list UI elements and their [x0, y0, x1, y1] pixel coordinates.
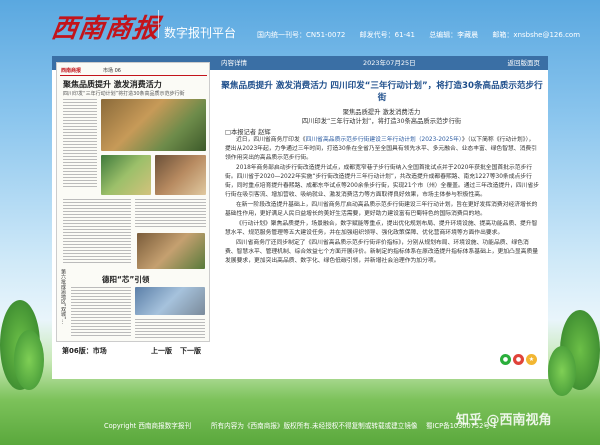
- article-subtitle-2: 四川印发“三年行动计划”，将打造30条高品质示范步行街: [301, 118, 462, 125]
- paper-text-block: [63, 99, 97, 189]
- paper-photo: [137, 233, 205, 269]
- paper-headline-2[interactable]: 德阳“芯”引领: [102, 274, 149, 285]
- paper-photo: [101, 99, 206, 151]
- paper-photo: [135, 287, 205, 315]
- paragraph: 2018年商务部启动步行街改造提升试点，成都宽窄巷子步行街纳入全国首批试点并于2…: [225, 165, 540, 198]
- zhihu-watermark: 知乎 @西南视角: [456, 413, 552, 428]
- paper-headline[interactable]: 聚焦品质提升 激发消费活力: [63, 79, 162, 90]
- paper-text-block: [63, 199, 131, 263]
- back-to-page-link[interactable]: 返回版面页: [508, 56, 541, 70]
- tree-decoration: [548, 346, 576, 396]
- platform-title: 数字报刊平台: [164, 26, 237, 40]
- newspaper-page-image[interactable]: 西南商报 市场 06 聚焦品质提升 激发消费活力 四川印发“三年行动计划”将打造…: [56, 62, 210, 342]
- paper-photo: [101, 155, 151, 195]
- prev-page-link[interactable]: 上一版: [151, 346, 172, 356]
- article-content: 聚焦品质提升 激发消费活力 四川印发“三年行动计划”，将打造30条高品质示范步行…: [215, 70, 548, 379]
- paragraph: 在新一阶段改造提升基础上，四川省商务厅启动高品质示范步行街建设三年行动计划，旨在…: [225, 202, 538, 217]
- wechat-share-icon[interactable]: ●: [500, 354, 511, 365]
- article-body: 近日，四川省商务厅印发《四川省高品质示范步行街建设三年行动计划（2023-202…: [225, 136, 540, 267]
- paper-section: 市场 06: [103, 68, 121, 74]
- plan-link[interactable]: 四川省高品质示范步行街建设三年行动计划（2023-2025年）: [306, 137, 462, 143]
- paragraph: 四川省商务厅还同步制定了《四川省高品质示范步行街评价指标》，分别从规划布局、环境…: [225, 240, 539, 264]
- qzone-share-icon[interactable]: ★: [526, 354, 537, 365]
- issue-date: 2023年07月25日: [363, 59, 416, 67]
- article-subtitle-1: 聚焦品质提升 激发消费活力: [342, 109, 421, 116]
- paper-text-block: [135, 319, 205, 339]
- publication-info: 国内统一刊号：CN51-0072 邮发代号：61-41 总编辑：李藏晨 邮箱：x…: [257, 30, 592, 40]
- paper-text-block: [71, 287, 131, 337]
- article-topbar: 内容详情 2023年07月25日 返回版面页: [215, 56, 548, 70]
- page-pager: 第06版：市场 上一版 下一版: [56, 343, 210, 359]
- article-author: □本报记者 赵辉: [225, 129, 271, 136]
- paragraph: 近日，四川省商务厅印发《四川省高品质示范步行街建设三年行动计划（2023-202…: [225, 136, 540, 163]
- copyright-text: Copyright 西南商报数字报刊: [104, 422, 192, 430]
- share-buttons: ● ● ★: [500, 346, 542, 365]
- weibo-share-icon[interactable]: ●: [513, 354, 524, 365]
- site-logo[interactable]: 西南商报: [49, 8, 162, 45]
- paper-photo: [155, 155, 206, 195]
- paper-vertical-heading: 第六批成渝地区“双城”…: [60, 269, 66, 325]
- page-number: 第06版：市场: [62, 347, 107, 355]
- paragraph-text: 近日，四川省商务厅印发《: [236, 137, 306, 143]
- tree-decoration: [14, 330, 44, 390]
- paragraph: 《行动计划》聚焦品质提升，场景融合，数字赋能等重点，提出优化规划布局、提升环境设…: [225, 221, 538, 236]
- site-header: 西南商报 数字报刊平台 国内统一刊号：CN51-0072 邮发代号：61-41 …: [49, 0, 580, 50]
- content-panel: 内容详情 2023年07月25日 返回版面页 西南商报 市场 06 聚焦品质提升…: [52, 56, 548, 379]
- next-page-link[interactable]: 下一版: [180, 346, 201, 356]
- paper-masthead: 西南商报: [61, 68, 82, 74]
- header-divider: [158, 10, 159, 38]
- email-text: 邮箱：xnsbshe@126.com: [492, 31, 581, 39]
- rights-notice: 所有内容为《西南商报》版权所有.未经授权不得复制或转载或建立镜像: [211, 422, 418, 430]
- paper-text-block: [135, 199, 206, 229]
- post-code-text: 邮发代号：61-41: [359, 31, 415, 39]
- content-detail-label: 内容详情: [221, 59, 247, 67]
- issn-text: 国内统一刊号：CN51-0072: [257, 31, 346, 39]
- editor-text: 总编辑：李藏晨: [429, 31, 479, 39]
- article-title: 聚焦品质提升 激发消费活力 四川印发“三年行动计划”，将打造30条高品质示范步行…: [221, 81, 543, 103]
- paper-rule: [60, 75, 207, 76]
- paper-subheadline: 四川印发“三年行动计划”将打造30条高品质示范步行街: [63, 91, 185, 97]
